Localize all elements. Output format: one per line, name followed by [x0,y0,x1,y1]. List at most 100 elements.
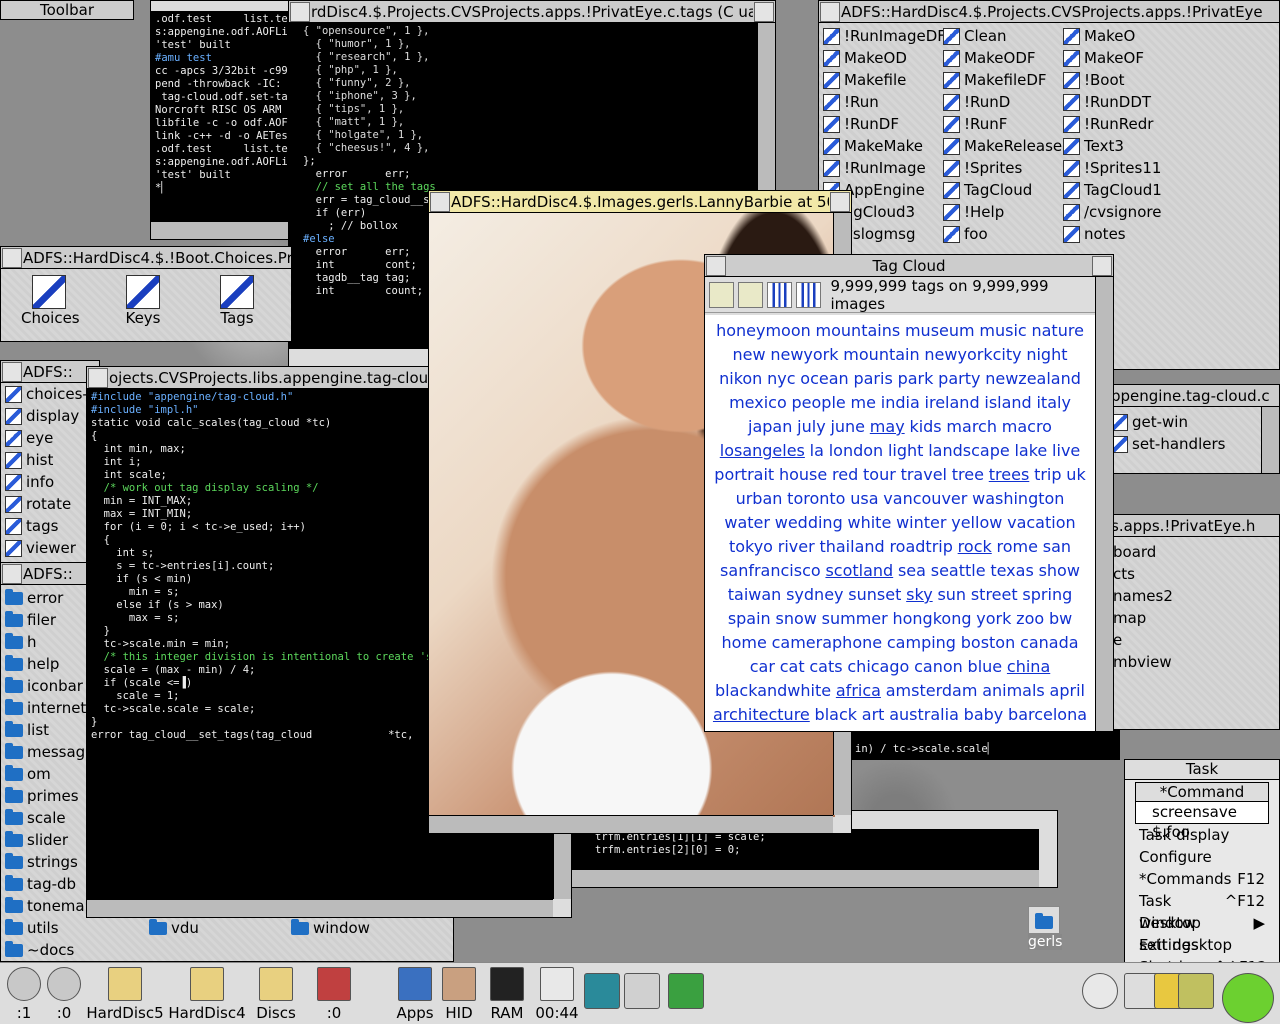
tag-word[interactable]: rock [958,537,992,556]
tag-word[interactable]: london [829,441,883,460]
close-icon[interactable] [830,191,850,212]
tag-word[interactable]: me [851,393,876,412]
file-item[interactable]: !Run [823,93,879,111]
tag-word[interactable]: mexico [729,393,787,412]
file-item[interactable]: mbview [1113,653,1172,671]
tag-word[interactable]: san [1043,537,1071,556]
tag-word[interactable]: island [984,393,1031,412]
tag-word[interactable]: mountains [816,321,901,340]
tag-word[interactable]: roadtrip [889,537,952,556]
tag-word[interactable]: cameraphone [772,633,882,652]
eye-icon[interactable] [1082,973,1118,1009]
tag-word[interactable]: york [976,609,1011,628]
iconbar-item[interactable]: 00:44 [532,963,582,1024]
folder-item[interactable]: strings [5,853,78,871]
tag-word[interactable]: trees [989,465,1030,484]
tag-word[interactable]: blackandwhite [715,681,831,700]
file-item[interactable]: cts [1113,565,1135,583]
file-item[interactable]: info [5,473,54,491]
file-set-handlers[interactable]: set-handlers [1111,435,1225,453]
tag-word[interactable]: tree [952,465,984,484]
tag-word[interactable]: sanfrancisco [720,561,821,580]
tag-word[interactable]: april [1050,681,1085,700]
tag-word[interactable]: macro [1002,417,1052,436]
file-item[interactable]: !RunDF [823,115,899,133]
tag-word[interactable]: wedding [775,513,843,532]
tag-word[interactable]: amsterdam [886,681,978,700]
tag-word[interactable]: toronto [787,489,845,508]
monitor-icon[interactable] [1178,973,1214,1009]
file-item[interactable]: !Sprites11 [1063,159,1161,177]
tag-word[interactable]: sunset [848,585,901,604]
tag-word[interactable]: may [870,417,905,436]
tag-word[interactable]: baby [964,705,1004,724]
folder-item[interactable]: tonemap [5,897,94,915]
console-window[interactable]: .odf.test list.test(s:appengine.odf.AOFL… [150,0,310,240]
file-item[interactable]: !RunRedr [1063,115,1153,133]
close-icon[interactable] [754,1,774,22]
tag-word[interactable]: taiwan [728,585,782,604]
menu-item[interactable]: *Commands F12 [1125,868,1279,890]
tag-word[interactable]: africa [836,681,881,700]
settings-icon[interactable] [737,281,763,308]
boot-item-tags[interactable]: Tags [209,275,265,327]
command-input[interactable]: screensave $.foo [1135,802,1269,841]
file-item[interactable]: board [1113,543,1156,561]
file-item[interactable]: Makefile [823,71,906,89]
tag-word[interactable]: night [1026,345,1067,364]
tag-word[interactable]: spain [728,609,771,628]
file-item[interactable]: viewer [5,539,76,557]
tag-word[interactable]: street [971,585,1018,604]
tag-word[interactable]: people [792,393,846,412]
tag-word[interactable]: home [721,633,766,652]
tag-word[interactable]: nikon [719,369,762,388]
tag-word[interactable]: car [750,657,775,676]
tagcloud-c-vscroll[interactable] [1261,407,1279,473]
file-item[interactable]: MakeODF [943,49,1036,67]
tag-word[interactable]: art [862,705,885,724]
tag-word[interactable]: boston [961,633,1015,652]
folder-item[interactable]: help [5,655,59,673]
file-item[interactable]: rotate [5,495,71,513]
tag-word[interactable]: seattle [931,561,986,580]
tag-word[interactable]: paris [853,369,892,388]
menu-item[interactable]: Configure [1125,846,1279,868]
file-get-win[interactable]: get-win [1111,413,1188,431]
file-item[interactable]: notes [1063,225,1126,243]
tag-word[interactable]: july [797,417,826,436]
tag-word[interactable]: church [1021,729,1075,731]
tag-word[interactable]: music [979,321,1026,340]
tag-word[interactable]: mountain [843,345,919,364]
tag-word[interactable]: asia [901,729,933,731]
tag-word[interactable]: trip [1034,465,1061,484]
folder-item[interactable]: list [5,721,49,739]
iconbar-item[interactable]: :0 [312,963,356,1024]
folder-vdu[interactable]: vdu [149,919,199,937]
back-icon[interactable] [2,563,22,584]
tag-word[interactable]: animals [982,681,1045,700]
console-hscroll[interactable] [151,221,309,239]
tag-word[interactable]: usa [850,489,878,508]
tag-word[interactable]: thailand [819,537,884,556]
tag-word[interactable]: sky [906,585,933,604]
tag-word[interactable]: yellow [951,513,1002,532]
back-icon[interactable] [2,247,22,268]
tag-word[interactable]: berlin [778,729,824,731]
tag-word[interactable]: india [881,393,920,412]
file-item[interactable]: MakeOF [1063,49,1144,67]
file-item[interactable]: /cvsignore [1063,203,1161,221]
folder-item[interactable]: primes [5,787,79,805]
tag-word[interactable]: winter [896,513,946,532]
tag-word[interactable]: red [832,465,858,484]
tag-word[interactable]: snow [775,609,816,628]
tag-word[interactable]: house [779,465,827,484]
tag-word[interactable]: tokyo [729,537,773,556]
menu-item[interactable]: Desktop settings ▶ [1125,912,1279,954]
file-item[interactable]: Text3 [1063,137,1124,155]
tag-word[interactable]: cats [809,657,842,676]
tag-word[interactable]: honeymoon [716,321,811,340]
tag-word[interactable]: lake [1014,441,1047,460]
lime-icon[interactable] [1222,973,1274,1023]
folder-item[interactable]: scale [5,809,66,827]
tag-word[interactable]: newyorkcity [924,345,1021,364]
